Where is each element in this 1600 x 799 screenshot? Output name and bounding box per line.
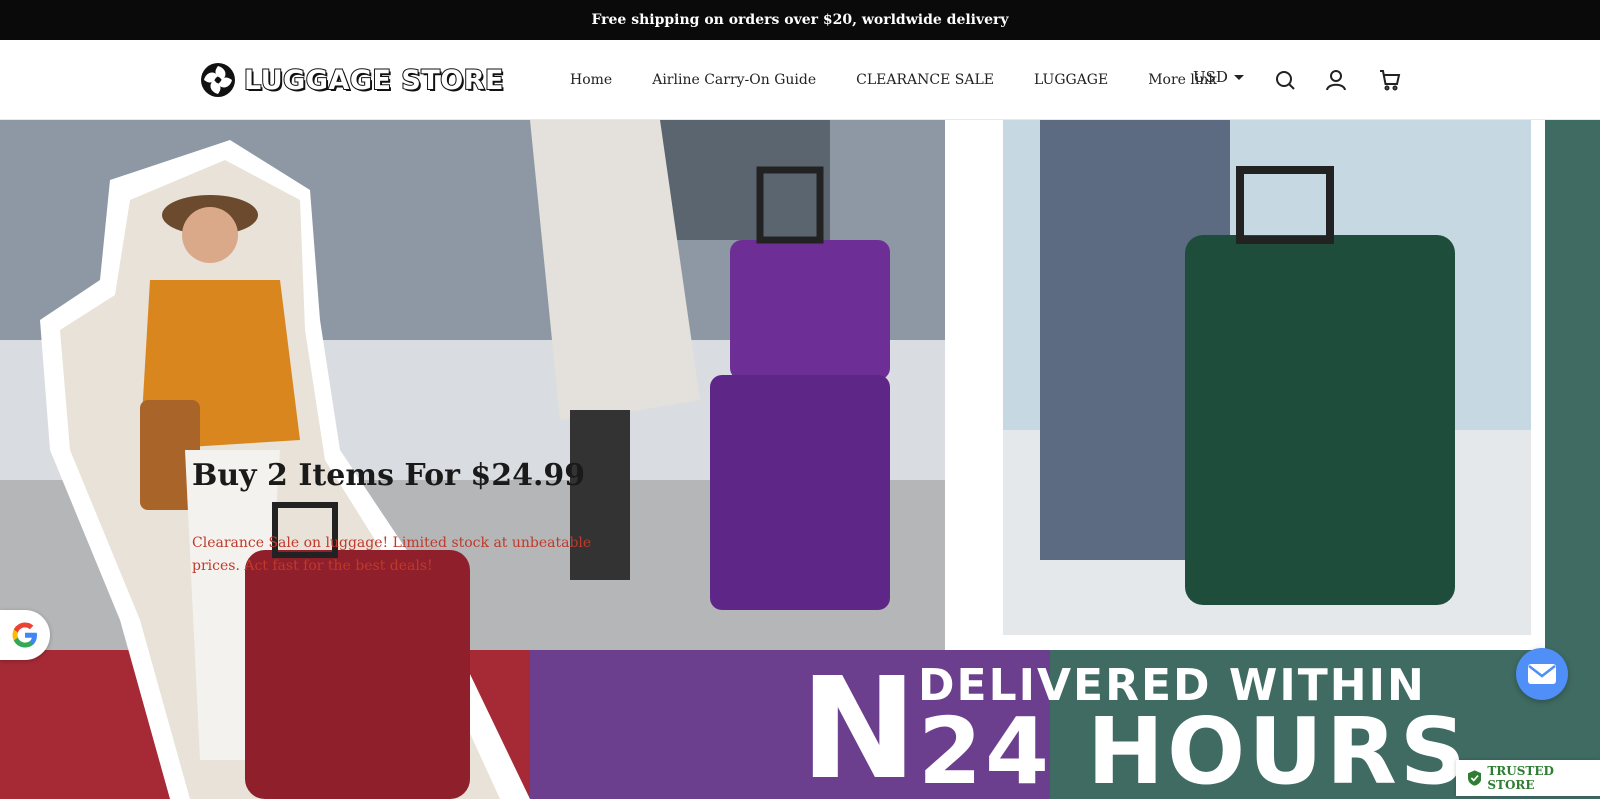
currency-selector[interactable]: USD [1193, 68, 1244, 86]
chevron-down-icon [1233, 74, 1244, 80]
currency-label: USD [1193, 68, 1228, 86]
trusted-store-badge[interactable]: TRUSTED STORE [1456, 760, 1600, 796]
nav-airline-carry-on-guide[interactable]: Airline Carry-On Guide [652, 72, 816, 88]
announcement-bar: Free shipping on orders over $20, worldw… [0, 0, 1600, 40]
banner-letter: N [800, 648, 918, 799]
announcement-text: Free shipping on orders over $20, worldw… [591, 12, 1009, 28]
cart-icon[interactable] [1378, 68, 1402, 92]
logo[interactable]: LUGGAGE STORE [200, 61, 504, 99]
hero-subtitle: Clearance Sale on luggage! Limited stock… [192, 535, 592, 574]
mail-icon [1528, 664, 1556, 684]
nav-home[interactable]: Home [570, 72, 612, 88]
nav-luggage[interactable]: LUGGAGE [1034, 72, 1108, 88]
banner-hours-text: 24 HOURS [918, 698, 1470, 799]
shield-check-icon [1468, 770, 1482, 786]
main-nav: Home Airline Carry-On Guide CLEARANCE SA… [570, 40, 1217, 120]
logo-icon [201, 63, 235, 97]
logo-text: LUGGAGE STORE [243, 64, 504, 97]
site-header: LUGGAGE STORE Home Airline Carry-On Guid… [0, 40, 1600, 120]
mail-chat-button[interactable] [1516, 648, 1568, 700]
nav-clearance-sale[interactable]: CLEARANCE SALE [856, 72, 994, 88]
account-icon[interactable] [1324, 68, 1348, 92]
google-reviews-badge[interactable] [0, 610, 50, 660]
trusted-store-label: TRUSTED STORE [1487, 764, 1554, 792]
search-icon[interactable] [1273, 68, 1297, 92]
google-icon [12, 622, 37, 648]
hero-title: Buy 2 Items For $24.99 [192, 458, 586, 493]
